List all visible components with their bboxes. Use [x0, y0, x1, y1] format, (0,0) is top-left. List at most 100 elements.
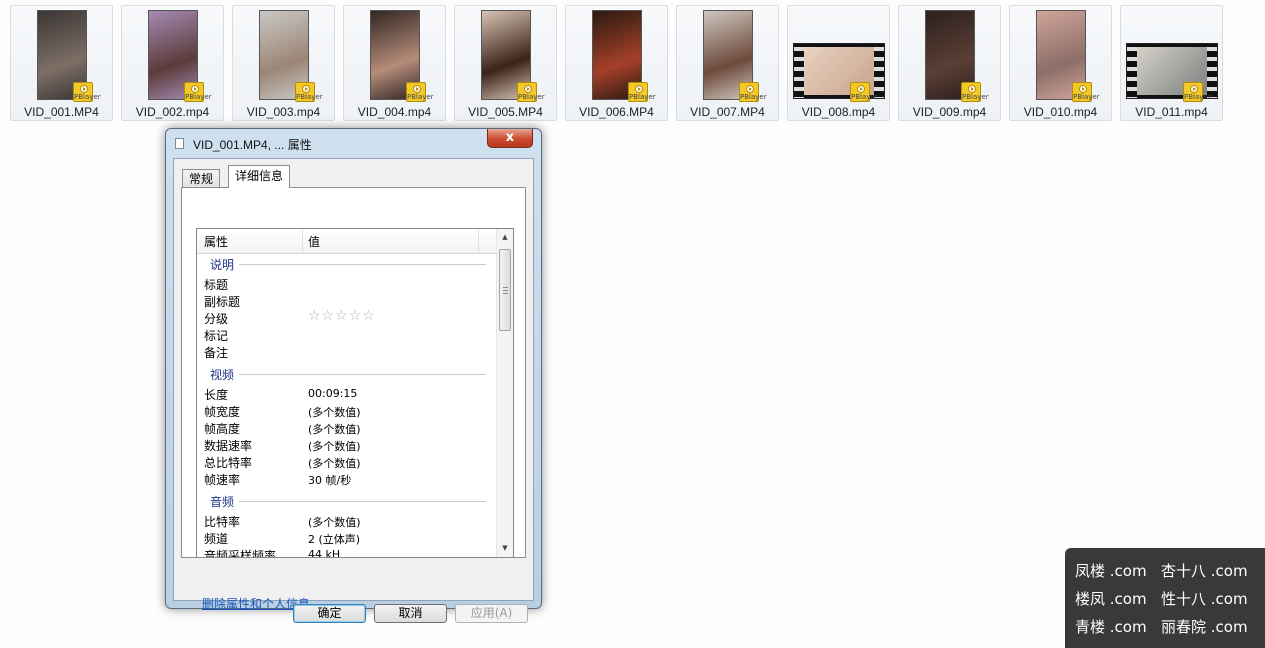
list-header: 属性 值 — [197, 229, 496, 254]
badge-label: PBlayer — [1184, 93, 1211, 101]
close-button[interactable]: x — [487, 129, 533, 148]
group-divider — [239, 374, 486, 375]
property-value: 44 kH — [308, 548, 341, 557]
scroll-down-arrow-icon[interactable]: ▼ — [497, 540, 513, 557]
column-divider[interactable] — [302, 229, 303, 253]
apply-button[interactable]: 应用(A) — [455, 604, 528, 623]
play-icon — [968, 85, 976, 93]
watermark-text: 楼凤 .com — [1075, 590, 1147, 608]
badge-label: PBlayer — [851, 93, 878, 101]
rating-stars-icon[interactable]: ☆☆☆☆☆ — [308, 308, 376, 324]
scrollbar-thumb[interactable] — [499, 249, 511, 331]
grip-line — [503, 290, 508, 291]
badge-label: PBlayer — [1073, 93, 1100, 101]
film-strip-icon — [873, 44, 884, 98]
column-header-property[interactable]: 属性 — [204, 233, 228, 250]
player-badge-icon: PBlayer — [1072, 82, 1100, 102]
file-name: VID_010.mp4 — [1023, 105, 1098, 119]
property-value: 30 帧/秒 — [308, 474, 352, 487]
property-label: 音频采样频率 — [204, 549, 277, 557]
dialog-titlebar[interactable]: VID_001.MP4, ... 属性 x — [166, 129, 541, 157]
file-icon — [175, 138, 184, 149]
property-label: 分级 — [204, 312, 229, 326]
player-badge-icon: PBlayer — [295, 82, 323, 102]
property-value: (多个数值) — [308, 457, 361, 470]
property-label: 频道 — [204, 532, 229, 546]
player-badge-icon: PBlayer — [73, 82, 101, 102]
watermark: 凤楼 .com 杏十八 .com 楼凤 .com 性十八 .com 青楼 .com 丽春院… — [1065, 548, 1265, 648]
badge-label: PBlayer — [962, 93, 989, 101]
scroll-up-arrow-icon[interactable]: ▲ — [497, 229, 513, 246]
group-divider — [239, 264, 486, 265]
player-badge-icon: PBlayer — [850, 82, 878, 102]
play-icon — [635, 85, 643, 93]
file-item[interactable]: PBlayer VID_007.MP4 — [676, 5, 779, 121]
tab-general[interactable]: 常规 — [182, 169, 221, 187]
column-header-value[interactable]: 值 — [308, 233, 320, 250]
file-name: VID_006.MP4 — [579, 105, 654, 119]
file-name: VID_001.MP4 — [24, 105, 99, 119]
property-label: 帧速率 — [204, 473, 241, 487]
play-icon — [857, 85, 865, 93]
film-strip-icon — [1126, 44, 1137, 98]
badge-label: PBlayer — [740, 93, 767, 101]
group-header: 说明 — [210, 258, 235, 272]
film-strip-icon — [793, 44, 804, 98]
player-badge-icon: PBlayer — [628, 82, 656, 102]
group-divider — [239, 501, 486, 502]
file-item[interactable]: PBlayer VID_001.MP4 — [10, 5, 113, 121]
tab-details[interactable]: 详细信息 — [228, 165, 291, 188]
property-label: 数据速率 — [204, 439, 253, 453]
grip-line — [503, 287, 508, 288]
play-icon — [191, 85, 199, 93]
property-label: 总比特率 — [204, 456, 253, 470]
file-item[interactable]: PBlayer VID_002.mp4 — [121, 5, 224, 121]
property-label: 备注 — [204, 346, 229, 360]
property-list[interactable]: 属性 值 说明 标题 副标题 分级 ☆☆☆☆☆ 标记 备注 视频 长度 00:09:15 帧宽度 (多… — [196, 228, 514, 558]
watermark-text: 青楼 .com — [1075, 618, 1147, 636]
file-item[interactable]: PBlayer VID_005.MP4 — [454, 5, 557, 121]
file-item[interactable]: PBlayer VID_003.mp4 — [232, 5, 335, 121]
property-label: 标记 — [204, 329, 229, 343]
property-value: (多个数值) — [308, 440, 361, 453]
property-label: 副标题 — [204, 295, 241, 309]
badge-label: PBlayer — [296, 93, 323, 101]
player-badge-icon: PBlayer — [184, 82, 212, 102]
play-icon — [413, 85, 421, 93]
property-value: 2 (立体声) — [308, 533, 361, 546]
dialog-client: 常规 详细信息 属性 值 说明 标题 副标题 分级 ☆☆☆☆☆ 标记 备注 视频 长度 00:09… — [173, 158, 534, 623]
dialog-title: VID_001.MP4, ... 属性 — [193, 138, 312, 152]
play-icon — [1190, 85, 1198, 93]
cancel-button[interactable]: 取消 — [374, 604, 447, 623]
player-badge-icon: PBlayer — [406, 82, 434, 102]
vertical-scrollbar[interactable]: ▲ ▼ — [496, 229, 513, 557]
watermark-text: 丽春院 .com — [1161, 618, 1248, 636]
file-item[interactable]: PBlayer VID_009.mp4 — [898, 5, 1001, 121]
ok-button[interactable]: 确定 — [293, 604, 366, 623]
badge-label: PBlayer — [518, 93, 545, 101]
file-item[interactable]: PBlayer VID_011.mp4 — [1120, 5, 1223, 121]
file-name: VID_003.mp4 — [246, 105, 321, 119]
badge-label: PBlayer — [74, 93, 101, 101]
player-badge-icon: PBlayer — [1183, 82, 1211, 102]
file-item[interactable]: PBlayer VID_010.mp4 — [1009, 5, 1112, 121]
film-strip-icon — [1206, 44, 1217, 98]
file-item[interactable]: PBlayer VID_008.mp4 — [787, 5, 890, 121]
watermark-text: 杏十八 .com — [1161, 562, 1248, 580]
property-label: 帧高度 — [204, 422, 241, 436]
properties-dialog: VID_001.MP4, ... 属性 x 常规 详细信息 属性 值 说明标题副… — [165, 128, 542, 623]
property-label: 比特率 — [204, 515, 241, 529]
play-icon — [524, 85, 532, 93]
file-name: VID_007.MP4 — [690, 105, 765, 119]
play-icon — [1079, 85, 1087, 93]
file-item[interactable]: PBlayer VID_006.MP4 — [565, 5, 668, 121]
column-divider[interactable] — [478, 229, 479, 253]
property-value: (多个数值) — [308, 423, 361, 436]
property-rows: 说明 标题 副标题 分级 ☆☆☆☆☆ 标记 备注 视频 长度 00:09:15 帧宽度 (多个数值) 帧… — [197, 254, 496, 557]
property-value: (多个数值) — [308, 516, 361, 529]
file-item[interactable]: PBlayer VID_004.mp4 — [343, 5, 446, 121]
badge-label: PBlayer — [407, 93, 434, 101]
property-label: 标题 — [204, 278, 229, 292]
play-icon — [80, 85, 88, 93]
group-header: 音频 — [210, 495, 235, 509]
